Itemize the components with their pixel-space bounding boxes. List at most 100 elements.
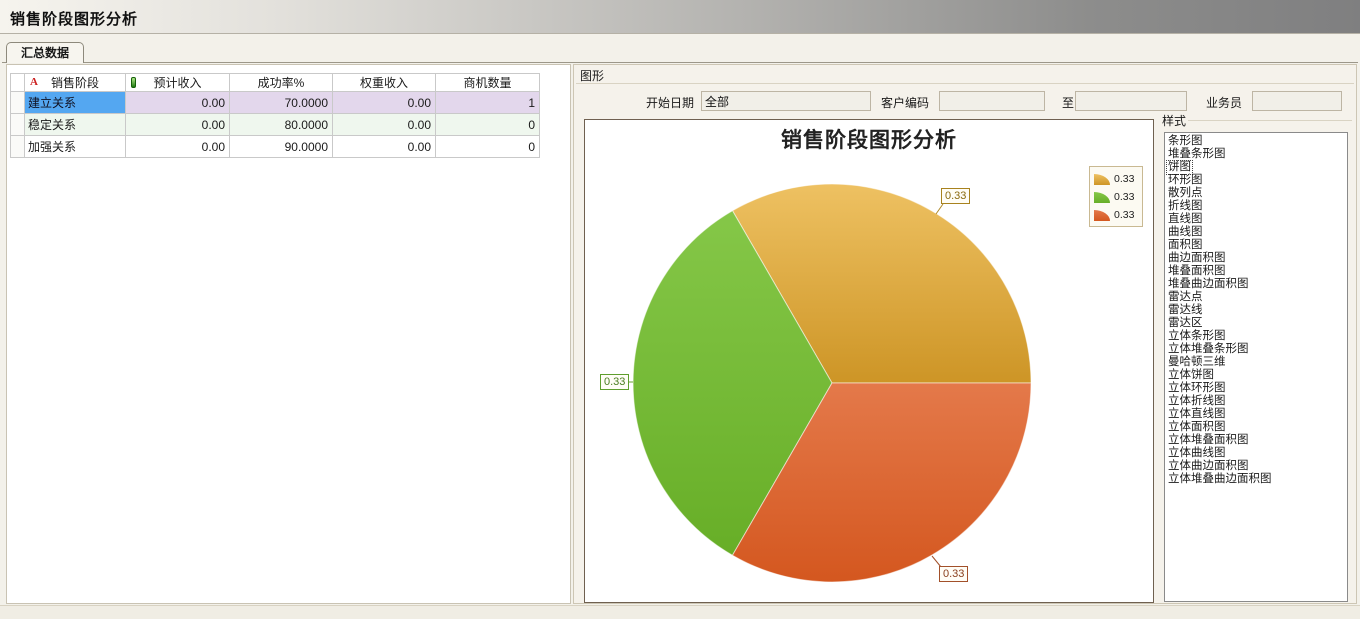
customer-code-input[interactable]	[939, 91, 1045, 111]
style-list-item-label: 立体曲边面积图	[1167, 460, 1250, 473]
column-header-weighted-income[interactable]: 权重收入	[333, 74, 436, 92]
cell-success-rate[interactable]: 90.0000	[230, 136, 333, 158]
to-label: 至	[1062, 94, 1074, 111]
graph-panel: 图形 开始日期 客户编码 至 业务员 销售阶段图形分析	[573, 64, 1357, 604]
style-list-item[interactable]: 曲边面积图	[1167, 252, 1347, 265]
cell-opportunity-count[interactable]: 0	[436, 136, 540, 158]
table-row: 稳定关系0.0080.00000.000	[11, 114, 540, 136]
style-list-item[interactable]: 立体堆叠条形图	[1167, 343, 1347, 356]
main-content: A 销售阶段 预计收入 成功率% 权重收入	[2, 62, 1358, 605]
table-row: 加强关系0.0090.00000.000	[11, 136, 540, 158]
style-list-item[interactable]: 堆叠面积图	[1167, 265, 1347, 278]
style-list-item[interactable]: 雷达点	[1167, 291, 1347, 304]
style-list-item-label: 立体环形图	[1167, 382, 1227, 395]
table-row: 建立关系0.0070.00000.001	[11, 92, 540, 114]
column-header-success-rate[interactable]: 成功率%	[230, 74, 333, 92]
style-list-item[interactable]: 雷达区	[1167, 317, 1347, 330]
style-list-item-label: 堆叠曲边面积图	[1167, 278, 1250, 291]
style-list-item-label: 堆叠条形图	[1167, 148, 1227, 161]
cell-weighted-income[interactable]: 0.00	[333, 136, 436, 158]
style-list-item[interactable]: 立体直线图	[1167, 408, 1347, 421]
style-list-item[interactable]: 立体折线图	[1167, 395, 1347, 408]
cell-expected-income[interactable]: 0.00	[126, 136, 230, 158]
style-list-item-label: 立体饼图	[1167, 369, 1215, 382]
legend-entry: 0.33	[1094, 170, 1139, 188]
cell-opportunity-count[interactable]: 1	[436, 92, 540, 114]
red-a-icon: A	[30, 76, 38, 88]
style-list-item[interactable]: 堆叠曲边面积图	[1167, 278, 1347, 291]
style-list-item-label: 立体折线图	[1167, 395, 1227, 408]
chart-area: 销售阶段图形分析 0.33 0.33 0.33	[584, 119, 1154, 603]
legend-swatch-icon	[1094, 192, 1110, 203]
salesman-label: 业务员	[1206, 94, 1242, 111]
style-list-item[interactable]: 立体环形图	[1167, 382, 1347, 395]
cell-expected-income[interactable]: 0.00	[126, 92, 230, 114]
row-indicator	[11, 92, 25, 114]
column-header-expected-income[interactable]: 预计收入	[126, 74, 230, 92]
column-header-stage[interactable]: A 销售阶段	[25, 74, 126, 92]
style-list-item-label: 折线图	[1167, 200, 1204, 213]
cell-stage[interactable]: 加强关系	[25, 136, 126, 158]
window-titlebar: 销售阶段图形分析	[0, 0, 1360, 34]
legend-entry: 0.33	[1094, 206, 1139, 224]
graph-group-label: 图形	[580, 67, 604, 84]
style-list-item-label: 立体条形图	[1167, 330, 1227, 343]
customer-code-to-input[interactable]	[1075, 91, 1187, 111]
pie-label-left: 0.33	[600, 374, 629, 390]
column-header-label: 成功率%	[258, 76, 305, 90]
chart-legend: 0.330.330.33	[1089, 166, 1143, 227]
window-title: 销售阶段图形分析	[10, 8, 138, 29]
style-list-item[interactable]: 直线图	[1167, 213, 1347, 226]
graph-group-line	[576, 83, 1354, 84]
style-list-item[interactable]: 立体堆叠曲边面积图	[1167, 473, 1347, 486]
style-group-label: 样式	[1162, 112, 1186, 129]
bottom-strip	[0, 605, 1360, 619]
style-list-item[interactable]: 立体饼图	[1167, 369, 1347, 382]
cell-stage[interactable]: 稳定关系	[25, 114, 126, 136]
style-list-item[interactable]: 立体曲边面积图	[1167, 460, 1347, 473]
style-list-item-label: 立体直线图	[1167, 408, 1227, 421]
style-list-item[interactable]: 堆叠条形图	[1167, 148, 1347, 161]
style-list-item[interactable]: 环形图	[1167, 174, 1347, 187]
style-list-item[interactable]: 曲线图	[1167, 226, 1347, 239]
style-list-item[interactable]: 立体条形图	[1167, 330, 1347, 343]
chart-style-listbox[interactable]: 条形图堆叠条形图饼图环形图散列点折线图直线图曲线图面积图曲边面积图堆叠面积图堆叠…	[1164, 132, 1348, 602]
cell-success-rate[interactable]: 80.0000	[230, 114, 333, 136]
callout-line-0	[936, 204, 943, 214]
tab-summary-data[interactable]: 汇总数据	[6, 42, 84, 63]
cell-expected-income[interactable]: 0.00	[126, 114, 230, 136]
style-list-item[interactable]: 立体面积图	[1167, 421, 1347, 434]
style-list-item-label: 雷达线	[1167, 304, 1204, 317]
legend-swatch-icon	[1094, 210, 1110, 221]
style-list-item[interactable]: 散列点	[1167, 187, 1347, 200]
style-list-item-label: 环形图	[1167, 174, 1204, 187]
start-date-input[interactable]	[701, 91, 871, 111]
style-list-item[interactable]: 立体堆叠面积图	[1167, 434, 1347, 447]
legend-entry-label: 0.33	[1114, 173, 1134, 185]
style-list-item[interactable]: 饼图	[1167, 161, 1347, 174]
style-list-item[interactable]: 曼哈顿三维	[1167, 356, 1347, 369]
style-list-item[interactable]: 雷达线	[1167, 304, 1347, 317]
cell-opportunity-count[interactable]: 0	[436, 114, 540, 136]
column-header-opportunity-count[interactable]: 商机数量	[436, 74, 540, 92]
column-header-label: 销售阶段	[51, 76, 99, 90]
style-list-item[interactable]: 面积图	[1167, 239, 1347, 252]
style-list-item[interactable]: 条形图	[1167, 135, 1347, 148]
style-list-item-label: 雷达点	[1167, 291, 1204, 304]
cell-weighted-income[interactable]: 0.00	[333, 92, 436, 114]
style-list-item-label: 曲线图	[1167, 226, 1204, 239]
salesman-input[interactable]	[1252, 91, 1342, 111]
column-header-label: 权重收入	[360, 76, 408, 90]
pie-label-bottom: 0.33	[939, 566, 968, 582]
column-header-label: 预计收入	[153, 76, 201, 90]
style-list-item[interactable]: 折线图	[1167, 200, 1347, 213]
cell-weighted-income[interactable]: 0.00	[333, 114, 436, 136]
legend-swatch-icon	[1094, 174, 1110, 185]
style-list-item-label: 条形图	[1167, 135, 1204, 148]
customer-code-label: 客户编码	[881, 94, 929, 111]
cell-success-rate[interactable]: 70.0000	[230, 92, 333, 114]
cell-stage[interactable]: 建立关系	[25, 92, 126, 114]
style-list-item-label: 散列点	[1167, 187, 1204, 200]
style-list-item-label: 堆叠面积图	[1167, 265, 1227, 278]
style-list-item[interactable]: 立体曲线图	[1167, 447, 1347, 460]
